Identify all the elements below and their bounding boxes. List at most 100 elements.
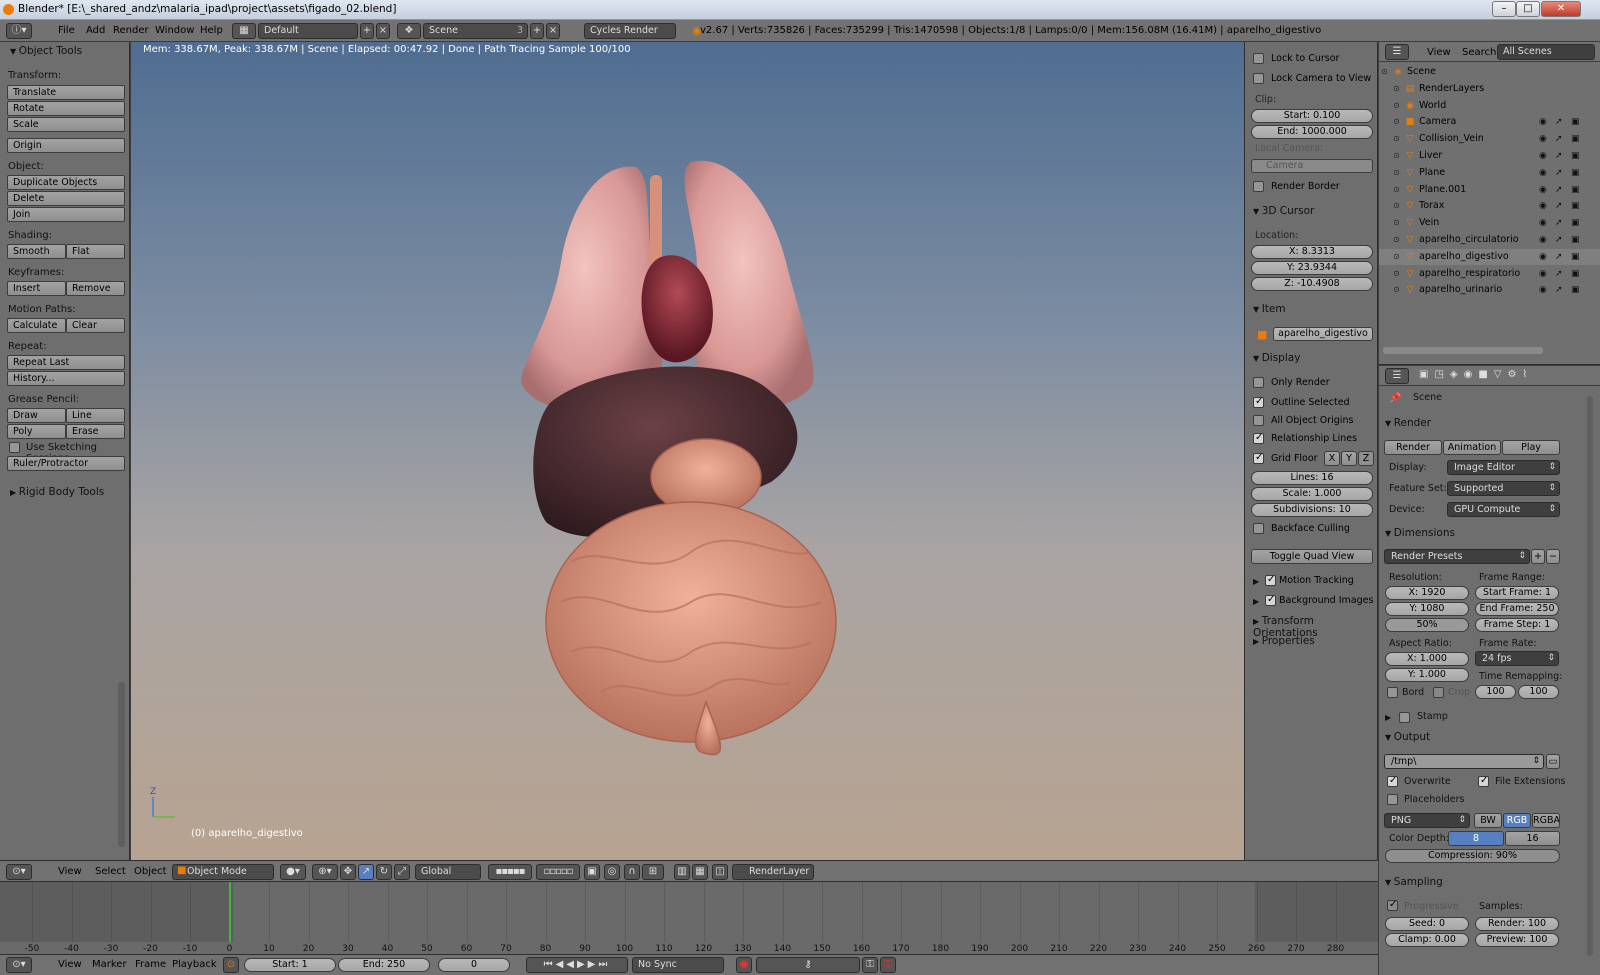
render-panel-header[interactable]: Render <box>1385 417 1431 429</box>
render-button[interactable]: Render <box>1384 440 1442 455</box>
rotate-button[interactable]: Rotate <box>7 101 125 116</box>
ruler-protractor-button[interactable]: Ruler/Protractor <box>7 456 125 471</box>
repeat-last-button[interactable]: Repeat Last <box>7 355 125 370</box>
remap-new-field[interactable]: 100 <box>1518 685 1559 699</box>
menu-render[interactable]: Render <box>113 25 149 36</box>
history-button[interactable]: History... <box>7 371 125 386</box>
render-icon[interactable]: ▣ <box>1571 165 1580 181</box>
device-select[interactable]: GPU Compute <box>1447 502 1560 517</box>
cursor-icon[interactable]: ➚ <box>1555 182 1563 198</box>
resolution-x-field[interactable]: X: 1920 <box>1385 586 1469 600</box>
lock-camera-checkbox[interactable] <box>1253 73 1264 84</box>
manipulator-icon[interactable]: ✥ <box>340 864 356 880</box>
cursor-z-field[interactable]: Z: -10.4908 <box>1251 277 1373 291</box>
bw-toggle[interactable]: BW <box>1474 813 1502 828</box>
line-button[interactable]: Line <box>66 408 125 423</box>
translate-button[interactable]: Translate <box>7 85 125 100</box>
outliner-row[interactable]: ⊙ ▽ aparelho_circulatorio ◉ ➚ ▣ <box>1379 232 1600 248</box>
opengl-render-icon[interactable]: ▥ <box>674 864 690 880</box>
proportional-edit-icon[interactable]: ◎ <box>604 864 620 880</box>
eye-icon[interactable]: ◉ <box>1539 282 1547 298</box>
background-images-checkbox[interactable] <box>1265 594 1276 606</box>
only-render-checkbox[interactable] <box>1253 377 1264 388</box>
viewport-view-menu[interactable]: View <box>58 866 82 877</box>
seed-field[interactable]: Seed: 0 <box>1385 917 1469 931</box>
timeline-view-menu[interactable]: View <box>58 959 82 970</box>
mode-select[interactable]: Object Mode <box>172 864 274 880</box>
outliner-row[interactable]: ⊙ ▤ RenderLayers <box>1379 81 1600 97</box>
cursor-icon[interactable]: ➚ <box>1555 131 1563 147</box>
duplicate-objects-button[interactable]: Duplicate Objects <box>7 175 125 190</box>
end-frame-field[interactable]: End Frame: 250 <box>1475 602 1559 616</box>
cursor-icon[interactable]: ➚ <box>1555 282 1563 298</box>
render-icon[interactable]: ▣ <box>1571 232 1580 248</box>
rotate-manipulator-icon[interactable]: ↻ <box>376 864 392 880</box>
item-name-field[interactable]: aparelho_digestivo <box>1273 327 1373 341</box>
outliner-row[interactable]: ⊙ ▽ Vein ◉ ➚ ▣ <box>1379 215 1600 231</box>
smooth-button[interactable]: Smooth <box>7 244 66 259</box>
delete-screen-icon[interactable]: × <box>376 23 390 39</box>
render-icon[interactable]: ▣ <box>1571 182 1580 198</box>
border-checkbox[interactable] <box>1387 687 1398 698</box>
cursor-icon[interactable]: ➚ <box>1555 232 1563 248</box>
output-path-field[interactable]: /tmp\ <box>1384 754 1544 769</box>
outliner-view-menu[interactable]: View <box>1427 47 1451 58</box>
snap-element-icon[interactable]: ⊞ <box>642 864 664 880</box>
eye-icon[interactable]: ◉ <box>1539 131 1547 147</box>
add-scene-icon[interactable]: + <box>530 23 544 39</box>
output-panel-header[interactable]: Output <box>1385 731 1430 743</box>
toggle-quad-view-button[interactable]: Toggle Quad View <box>1251 549 1373 564</box>
erase-button[interactable]: Erase <box>66 424 125 439</box>
render-icon[interactable]: ▣ <box>1571 249 1580 265</box>
depth-8-toggle[interactable]: 8 <box>1448 831 1504 846</box>
eye-icon[interactable]: ◉ <box>1539 249 1547 265</box>
delete-button[interactable]: Delete <box>7 191 125 206</box>
progressive-checkbox[interactable] <box>1387 899 1398 911</box>
render-icon[interactable]: ▣ <box>1571 215 1580 231</box>
motion-tracking-checkbox[interactable] <box>1265 574 1276 586</box>
current-frame-input[interactable]: 0 <box>438 958 510 972</box>
start-frame-field[interactable]: Start Frame: 1 <box>1475 586 1559 600</box>
render-icon[interactable]: ▣ <box>1571 131 1580 147</box>
dimensions-panel-header[interactable]: Dimensions <box>1385 527 1455 539</box>
snap-toggle-icon[interactable]: ∩ <box>624 864 640 880</box>
file-extensions-checkbox[interactable] <box>1478 775 1489 787</box>
display-select[interactable]: Image Editor <box>1447 460 1560 475</box>
backface-culling-checkbox[interactable] <box>1253 523 1264 534</box>
expand-toggle-icon[interactable]: ⊙ <box>1393 131 1400 147</box>
play-button[interactable]: Play <box>1502 440 1560 455</box>
menu-file[interactable]: File <box>58 25 75 36</box>
editor-type-icon[interactable]: ⓘ▾ <box>6 23 32 39</box>
delete-keyframe-icon[interactable]: ⚿ <box>880 957 896 973</box>
file-format-select[interactable]: PNG <box>1384 813 1470 828</box>
grid-subdivisions-field[interactable]: Subdivisions: 10 <box>1251 503 1373 517</box>
expand-toggle-icon[interactable]: ⊙ <box>1393 165 1400 181</box>
3d-viewport[interactable]: Mem: 338.67M, Peak: 338.67M | Scene | El… <box>131 42 1244 860</box>
render-border-checkbox[interactable] <box>1253 181 1264 192</box>
render-icon[interactable]: ▣ <box>1571 114 1580 130</box>
insert-keyframe-button[interactable]: Insert <box>7 281 66 296</box>
record-icon[interactable]: ● <box>736 957 752 973</box>
menu-add[interactable]: Add <box>86 25 105 36</box>
translate-manipulator-icon[interactable]: ↗ <box>358 864 374 880</box>
clamp-field[interactable]: Clamp: 0.00 <box>1385 933 1469 947</box>
outliner-row[interactable]: ⊙ ▽ aparelho_respiratorio ◉ ➚ ▣ <box>1379 266 1600 282</box>
outliner-row[interactable]: ⊙ ◉ World <box>1379 98 1600 114</box>
grid-z-toggle[interactable]: Z <box>1358 451 1374 466</box>
placeholders-checkbox[interactable] <box>1387 794 1398 805</box>
properties-type-icon[interactable]: ☰ <box>1385 368 1409 384</box>
screen-layout-icon[interactable]: ▦ <box>232 23 256 39</box>
local-camera-field[interactable]: Camera <box>1251 159 1373 173</box>
render-samples-field[interactable]: Render: 100 <box>1475 917 1559 931</box>
eye-icon[interactable]: ◉ <box>1539 165 1547 181</box>
expand-toggle-icon[interactable]: ⊙ <box>1381 64 1388 80</box>
expand-toggle-icon[interactable]: ⊙ <box>1393 249 1400 265</box>
resolution-percentage-slider[interactable]: 50% <box>1385 618 1469 632</box>
scene-field[interactable]: Scene 3 <box>423 23 528 39</box>
cursor-icon[interactable]: ➚ <box>1555 215 1563 231</box>
remove-keyframe-button[interactable]: Remove <box>66 281 125 296</box>
poly-button[interactable]: Poly <box>7 424 66 439</box>
lock-cursor-checkbox[interactable] <box>1253 53 1264 64</box>
expand-toggle-icon[interactable]: ⊙ <box>1393 148 1400 164</box>
cursor-icon[interactable]: ➚ <box>1555 198 1563 214</box>
